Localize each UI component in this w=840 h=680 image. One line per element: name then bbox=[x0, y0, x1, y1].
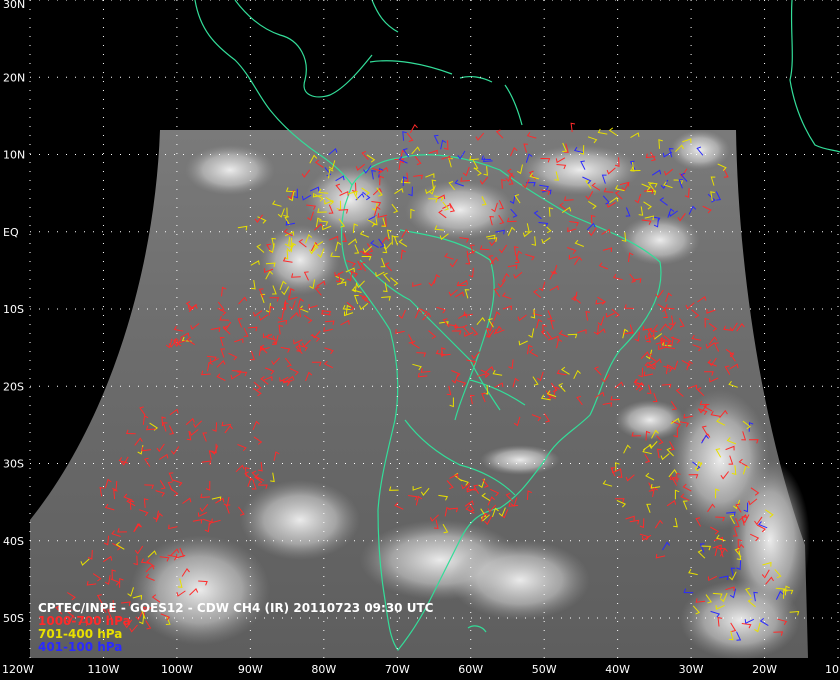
lon-label: 120W bbox=[2, 663, 34, 676]
lon-label: 30W bbox=[679, 663, 704, 676]
lat-label: 10S bbox=[3, 303, 24, 316]
lon-label: 100W bbox=[161, 663, 193, 676]
coast-antilles bbox=[504, 84, 523, 126]
lon-label: 20W bbox=[752, 663, 777, 676]
latitude-labels: 30N 20N 10N EQ 10S 20S 30S 40S 50S bbox=[3, 0, 25, 625]
longitude-labels: 120W 110W 100W 90W 80W 70W 60W 50W 40W 30W 20W 10 bbox=[2, 663, 839, 676]
lon-label: 110W bbox=[88, 663, 120, 676]
lon-label: 50W bbox=[532, 663, 557, 676]
map-legend: CPTEC/INPE - GOES12 - CDW CH4 (IR) 20110… bbox=[38, 602, 433, 654]
lat-label: EQ bbox=[3, 226, 19, 239]
lon-label: 10 bbox=[825, 663, 839, 676]
lat-label: 30N bbox=[3, 0, 25, 11]
lon-label: 70W bbox=[385, 663, 410, 676]
lon-label: 80W bbox=[311, 663, 336, 676]
lat-label: 20S bbox=[3, 380, 24, 393]
coast-gulf-mexico bbox=[234, 0, 373, 98]
satellite-wind-map: 30N 20N 10N EQ 10S 20S 30S 40S 50S 120W 110W 100W 9… bbox=[2, 0, 840, 676]
lat-label: 30S bbox=[3, 458, 24, 471]
lat-label: 20N bbox=[3, 71, 25, 84]
coast-cuba bbox=[369, 60, 453, 75]
lon-label: 60W bbox=[458, 663, 483, 676]
lat-label: 10N bbox=[3, 149, 25, 162]
coast-florida bbox=[371, 0, 399, 33]
coast-hispaniola bbox=[459, 76, 493, 83]
coast-africa bbox=[789, 0, 840, 153]
lon-label: 40W bbox=[605, 663, 630, 676]
lat-label: 50S bbox=[3, 612, 24, 625]
lon-label: 90W bbox=[238, 663, 263, 676]
legend-entry-high: 401-100 hPa bbox=[38, 640, 123, 654]
lat-label: 40S bbox=[3, 535, 24, 548]
